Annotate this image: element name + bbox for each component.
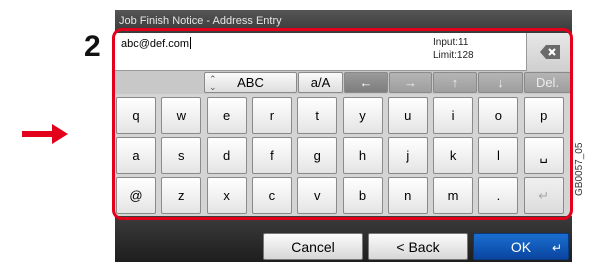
pointer-arrow-icon [22, 124, 68, 144]
ok-label: OK [510, 238, 532, 255]
bottom-bar: Cancel < Back OK ↵ [115, 216, 572, 262]
figure-code: GB0057_05 [574, 142, 585, 196]
ok-enter-icon: ↵ [551, 241, 562, 255]
ok-button[interactable]: OK ↵ [473, 233, 569, 260]
cancel-button[interactable]: Cancel [263, 233, 363, 260]
back-button[interactable]: < Back [368, 233, 468, 260]
highlight-frame [112, 28, 573, 220]
step-number: 2 [84, 30, 101, 63]
stage: 2 Job Finish Notice - Address Entry abc@… [0, 0, 595, 264]
